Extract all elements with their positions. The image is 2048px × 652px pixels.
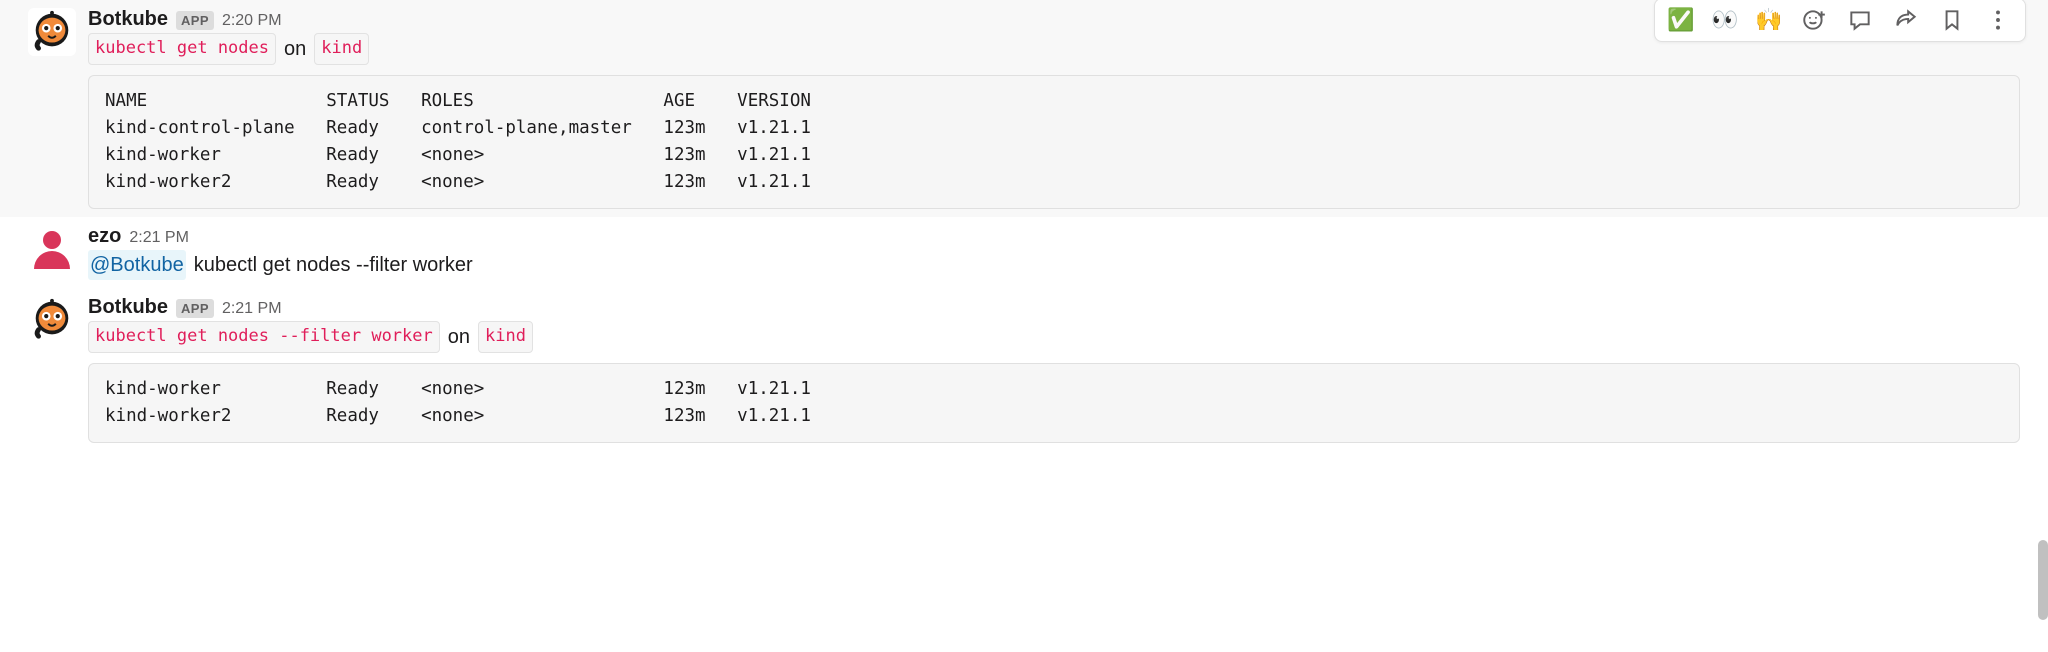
sender-name[interactable]: Botkube: [88, 296, 168, 319]
command-pill: kubectl get nodes --filter worker: [88, 321, 440, 353]
message-actions-bar: ✅ 👀 🙌: [1654, 0, 2026, 42]
message-botkube-1: ✅ 👀 🙌: [0, 0, 2048, 217]
timestamp[interactable]: 2:21 PM: [129, 229, 189, 247]
sender-name[interactable]: Botkube: [88, 8, 168, 31]
app-badge: APP: [176, 299, 214, 318]
command-pill: kubectl get nodes: [88, 33, 276, 65]
message-body: ezo 2:21 PM @Botkube kubectl get nodes -…: [88, 225, 2020, 280]
bookmark-icon[interactable]: [1937, 5, 1967, 35]
avatar[interactable]: [28, 8, 76, 56]
message-ezo: ezo 2:21 PM @Botkube kubectl get nodes -…: [0, 217, 2048, 288]
app-badge: APP: [176, 11, 214, 30]
code-block: NAME STATUS ROLES AGE VERSION kind-contr…: [88, 75, 2020, 210]
mention[interactable]: @Botkube: [88, 250, 186, 280]
message-text: kubectl get nodes --filter worker: [194, 250, 473, 280]
more-actions-icon[interactable]: [1983, 5, 2013, 35]
avatar[interactable]: [28, 225, 76, 273]
scrollbar-thumb[interactable]: [2038, 540, 2048, 620]
sender-name[interactable]: ezo: [88, 225, 121, 248]
on-word: on: [284, 34, 306, 64]
on-word: on: [448, 322, 470, 352]
reaction-eyes-icon[interactable]: 👀: [1711, 7, 1739, 33]
share-icon[interactable]: [1891, 5, 1921, 35]
reply-thread-icon[interactable]: [1845, 5, 1875, 35]
timestamp[interactable]: 2:20 PM: [222, 12, 282, 30]
message-body: Botkube APP 2:21 PM kubectl get nodes --…: [88, 296, 2020, 443]
add-reaction-icon[interactable]: [1799, 5, 1829, 35]
avatar[interactable]: [28, 296, 76, 344]
timestamp[interactable]: 2:21 PM: [222, 300, 282, 318]
cluster-pill: kind: [314, 33, 369, 65]
code-block: kind-worker Ready <none> 123m v1.21.1 ki…: [88, 363, 2020, 443]
message-line: kubectl get nodes --filter worker on kin…: [88, 321, 2020, 353]
message-header: ezo 2:21 PM: [88, 225, 2020, 248]
message-line: @Botkube kubectl get nodes --filter work…: [88, 250, 2020, 280]
message-botkube-2: Botkube APP 2:21 PM kubectl get nodes --…: [0, 288, 2048, 451]
person-icon: [30, 227, 74, 271]
reaction-hands-icon[interactable]: 🙌: [1755, 7, 1783, 33]
message-header: Botkube APP 2:21 PM: [88, 296, 2020, 319]
reaction-check-icon[interactable]: ✅: [1667, 7, 1695, 33]
cluster-pill: kind: [478, 321, 533, 353]
